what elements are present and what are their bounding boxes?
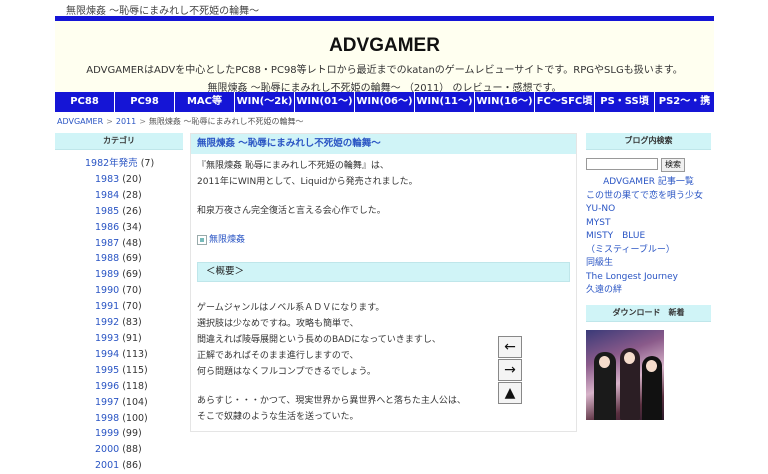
right-sidebar: ブログ内検索 検索 ADVGAMER 記事一覧 この世の果てで恋を唄う少女 YU…	[586, 133, 711, 432]
site-description: ADVGAMERはADVを中心としたPC88・PC98等レトロから最近までのka…	[86, 65, 683, 76]
category-item[interactable]: 2001 (86)	[55, 458, 183, 474]
category-heading: カテゴリ	[55, 133, 183, 150]
search-button[interactable]: 検索	[661, 158, 685, 172]
scroll-top-button[interactable]: ▲	[498, 382, 522, 404]
category-item[interactable]: 1987 (48)	[55, 236, 183, 252]
category-item[interactable]: 1996 (118)	[55, 379, 183, 395]
platform-nav: PC88 PC98 MAC等 WIN(～2k) WIN(01～) WIN(06～…	[55, 92, 714, 112]
game-cover-image[interactable]	[586, 329, 664, 420]
next-arrow-button[interactable]: →	[498, 359, 522, 381]
breadcrumb-year[interactable]: 2011	[116, 117, 136, 126]
image-alt-text: 無限煉姦	[209, 235, 246, 245]
broken-image-icon	[197, 235, 207, 245]
site-title[interactable]: ADVGAMER	[55, 35, 714, 57]
category-item[interactable]: 2000 (88)	[55, 442, 183, 458]
category-item[interactable]: 1999 (99)	[55, 426, 183, 442]
tab-title: 無限煉姦 ～恥辱にまみれし不死姫の輪舞～	[66, 6, 260, 17]
intro-line: 『無限煉姦 恥辱にまみれし不死姫の輪舞』は、	[197, 161, 389, 171]
browser-tab-title-bar: 無限煉姦 ～恥辱にまみれし不死姫の輪舞～	[0, 0, 768, 17]
character-face	[646, 359, 657, 372]
category-item[interactable]: 1997 (104)	[55, 395, 183, 411]
site-header: ADVGAMER ADVGAMERはADVを中心としたPC88・PC98等レトロ…	[55, 16, 714, 94]
nav-item-mac[interactable]: MAC等	[175, 92, 235, 112]
category-item[interactable]: 1995 (115)	[55, 363, 183, 379]
link-item[interactable]: 久遠の絆	[586, 284, 711, 298]
category-item[interactable]: 1994 (113)	[55, 347, 183, 363]
link-item[interactable]: The Longest Journey	[586, 271, 711, 285]
search-heading: ブログ内検索	[586, 133, 711, 150]
nav-item-ps2[interactable]: PS2～・携	[655, 92, 714, 112]
breadcrumb-separator: >	[139, 117, 146, 126]
search-input[interactable]	[586, 158, 658, 170]
category-item[interactable]: 1998 (100)	[55, 411, 183, 427]
nav-item-ps-ss[interactable]: PS・SS頃	[595, 92, 655, 112]
body-line: 正解であればそのまま進行しますので、	[197, 351, 359, 361]
category-item[interactable]: 1989 (69)	[55, 267, 183, 283]
category-item[interactable]: 1990 (70)	[55, 283, 183, 299]
link-list: ADVGAMER 記事一覧 この世の果てで恋を唄う少女 YU-NO MYST M…	[586, 176, 711, 298]
breadcrumb-separator: >	[106, 117, 113, 126]
nav-item-pc88[interactable]: PC88	[55, 92, 115, 112]
nav-item-pc98[interactable]: PC98	[115, 92, 175, 112]
link-item[interactable]: （ミスティーブルー）	[586, 244, 711, 258]
breadcrumb-current: 無限煉姦 ～恥辱にまみれし不死姫の輪舞～	[148, 117, 304, 126]
search-form: 検索	[586, 158, 711, 172]
category-item[interactable]: 1985 (26)	[55, 204, 183, 220]
prev-arrow-button[interactable]: ←	[498, 336, 522, 358]
character-face	[624, 351, 635, 364]
nav-item-fc-sfc[interactable]: FC～SFC頃	[535, 92, 595, 112]
link-item[interactable]: YU-NO	[586, 203, 711, 217]
story-line: あらすじ・・・かつて、現実世界から異世界へと落ちた主人公は、	[197, 396, 466, 406]
category-item[interactable]: 1983 (20)	[55, 172, 183, 188]
breadcrumb-home[interactable]: ADVGAMER	[57, 117, 103, 126]
body-line: ゲームジャンルはノベル系ＡＤＶになります。	[197, 303, 385, 313]
article-title[interactable]: 無限煉姦 ～恥辱にまみれし不死姫の輪舞～	[191, 134, 576, 154]
section-heading-overview: ＜概要＞	[197, 262, 570, 282]
link-item[interactable]: MISTY BLUE	[586, 230, 711, 244]
link-item[interactable]: この世の果てで恋を唄う少女	[586, 190, 711, 204]
floating-nav-buttons: ← → ▲	[498, 336, 523, 405]
article-image-link[interactable]: 無限煉姦	[197, 232, 570, 248]
category-item[interactable]: 1982年発売 (7)	[55, 156, 183, 172]
intro-line: 和泉万夜さん完全復活と言える会心作でした。	[197, 206, 386, 216]
download-heading: ダウンロード 新着	[586, 304, 711, 322]
category-item[interactable]: 1992 (83)	[55, 315, 183, 331]
nav-item-win-06[interactable]: WIN(06～)	[355, 92, 415, 112]
story-line: そこで奴隷のような生活を送っていた。	[197, 412, 359, 422]
category-item[interactable]: 1993 (91)	[55, 331, 183, 347]
breadcrumb: ADVGAMER >2011 > 無限煉姦 ～恥辱にまみれし不死姫の輪舞～	[57, 116, 303, 127]
link-item[interactable]: MYST	[586, 217, 711, 231]
body-line: 何ら問題はなくフルコンプできるでしょう。	[197, 367, 376, 377]
category-sidebar: カテゴリ 1982年発売 (7) 1983 (20) 1984 (28) 198…	[55, 133, 183, 471]
body-line: 選択肢は少なめですね。攻略も簡単で、	[197, 319, 359, 329]
category-item[interactable]: 1991 (70)	[55, 299, 183, 315]
nav-item-win-01[interactable]: WIN(01～)	[295, 92, 355, 112]
category-list: 1982年発売 (7) 1983 (20) 1984 (28) 1985 (26…	[55, 156, 183, 474]
link-article-index[interactable]: ADVGAMER 記事一覧	[586, 176, 711, 190]
category-item[interactable]: 1984 (28)	[55, 188, 183, 204]
category-item[interactable]: 1986 (34)	[55, 220, 183, 236]
nav-item-win-11[interactable]: WIN(11～)	[415, 92, 475, 112]
character-face	[599, 355, 610, 368]
nav-item-win-2k[interactable]: WIN(～2k)	[235, 92, 295, 112]
nav-item-win-16[interactable]: WIN(16～)	[475, 92, 535, 112]
link-item[interactable]: 同級生	[586, 257, 711, 271]
intro-line: 2011年にWIN用として、Liquidから発売されました。	[197, 177, 418, 187]
category-item[interactable]: 1988 (69)	[55, 251, 183, 267]
body-line: 間違えれば陵辱展開という長めのBADになっていきますし、	[197, 335, 441, 345]
